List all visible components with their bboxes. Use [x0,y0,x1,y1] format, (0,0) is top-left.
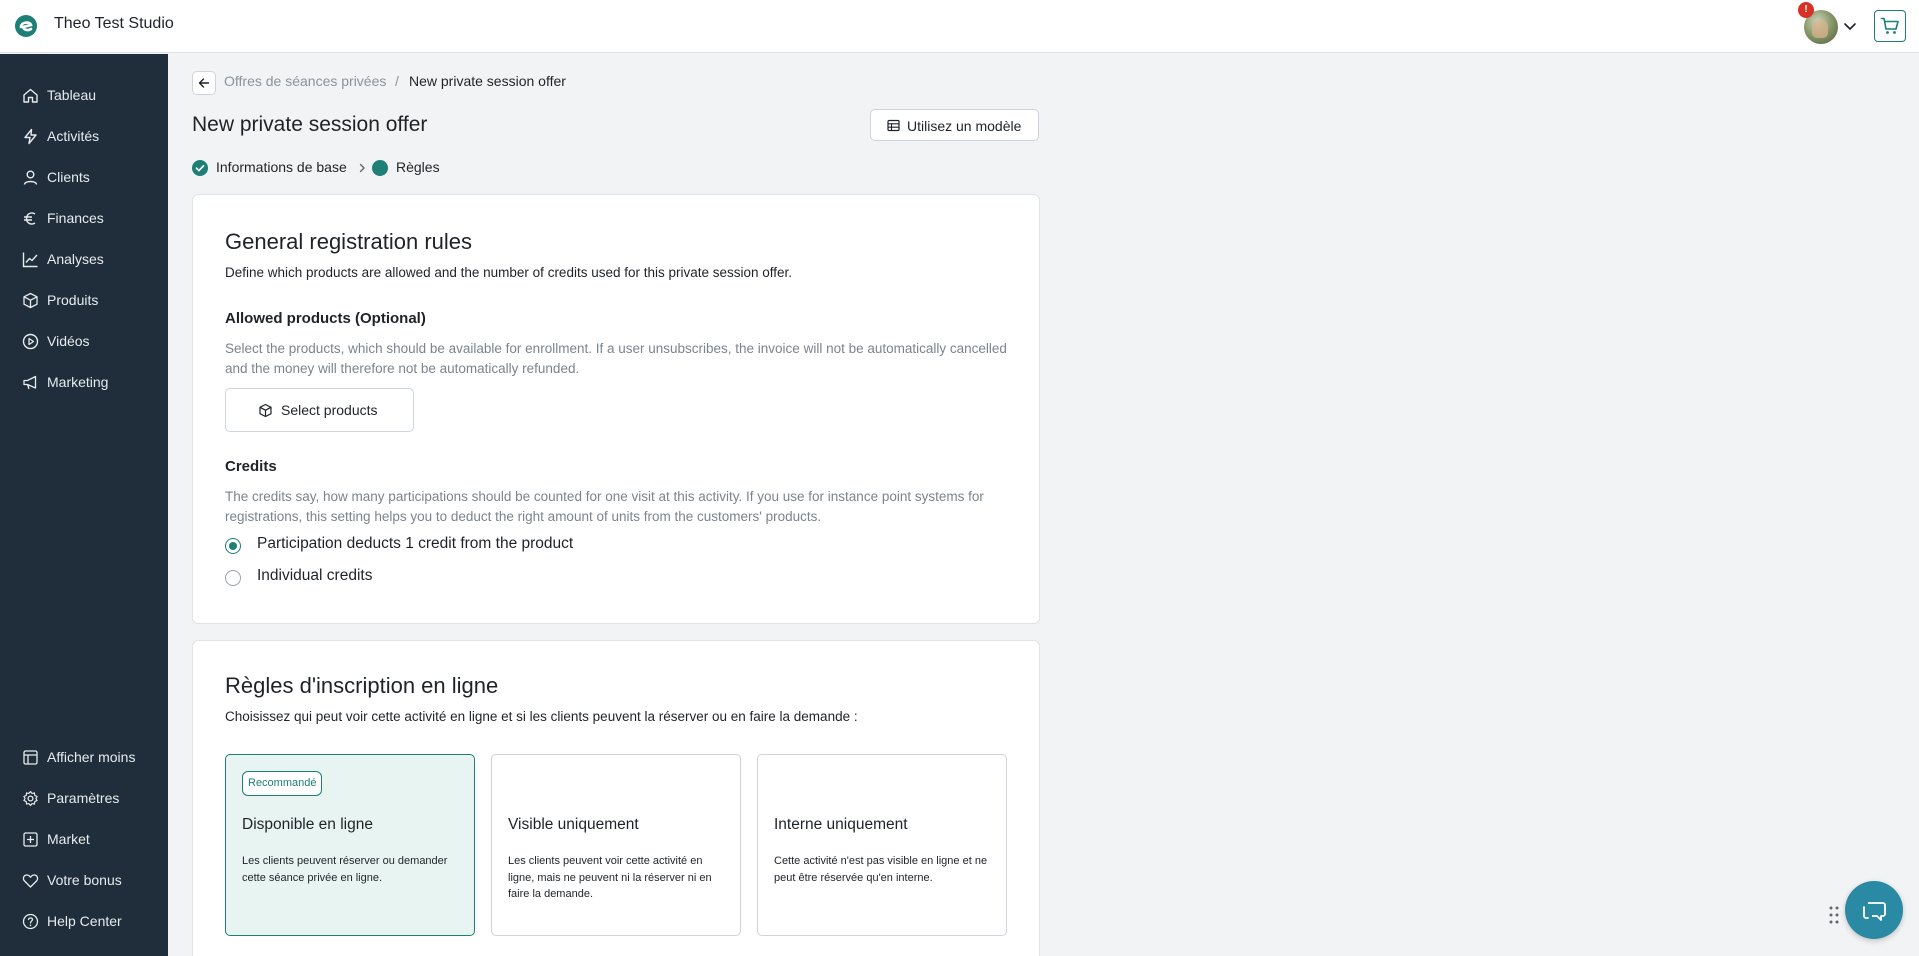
sidebar-item-videos[interactable]: Vidéos [0,324,168,358]
notification-badge: ! [1798,2,1814,18]
option-title: Disponible en ligne [242,816,373,833]
arrow-left-icon [198,78,210,88]
sidebar-item-finances[interactable]: Finances [0,201,168,235]
sidebar-item-label: Help Center [47,913,122,929]
use-template-button[interactable]: Utilisez un modèle [870,109,1039,141]
sidebar-item-tableau[interactable]: Tableau [0,78,168,112]
sidebar-item-analyses[interactable]: Analyses [0,242,168,276]
sidebar-item-parametres[interactable]: Paramètres [0,781,168,815]
select-products-label: Select products [281,402,378,418]
sidebar-item-label: Paramètres [47,790,120,806]
sidebar-item-label: Vidéos [47,333,90,349]
top-bar: Theo Test Studio ! [0,0,1919,53]
step-rules[interactable]: Règles [396,159,440,175]
general-rules-description: Define which products are allowed and th… [225,265,793,280]
cart-icon [1880,17,1899,34]
lightning-icon [24,128,37,145]
sidebar-item-label: Votre bonus [47,872,122,888]
option-available-online[interactable]: Recommandé Disponible en ligne Les clien… [225,754,475,936]
table-icon [887,119,900,132]
help-circle-icon [22,913,39,930]
page-title: New private session offer [192,113,428,136]
online-rules-title: Règles d'inscription en ligne [225,673,499,698]
option-title: Interne uniquement [774,816,908,833]
option-text: Les clients peuvent voir cette activité … [508,855,712,900]
option-internal-only[interactable]: Interne uniquement Cette activité n'est … [757,754,1007,936]
allowed-products-help: Select the products, which should be ava… [225,341,1007,376]
box-icon [259,403,272,418]
sidebar-item-label: Marketing [47,374,109,390]
sidebar-item-marketing[interactable]: Marketing [0,365,168,399]
chat-icon [1863,902,1886,921]
recommended-badge: Recommandé [242,771,323,796]
check-circle-icon [192,160,208,176]
back-button[interactable] [192,71,216,95]
step-basic-info[interactable]: Informations de base [216,159,347,175]
play-circle-icon [22,333,39,350]
individual-credits-radio[interactable] [225,570,241,586]
main-content: Offres de séances privées / New private … [168,54,1919,956]
credits-help: The credits say, how many participations… [225,489,984,524]
sidebar-item-label: Clients [47,169,90,185]
user-menu[interactable]: ! [1798,2,1838,44]
general-rules-card: General registration rules Define which … [192,194,1040,624]
box-icon [23,292,38,309]
chart-line-icon [22,252,38,268]
option-text: Les clients peuvent réserver ou demander… [242,855,448,884]
breadcrumb-current: New private session offer [409,73,566,89]
option-title: Visible uniquement [508,816,639,833]
chevron-down-icon[interactable] [1842,18,1858,34]
credit-deduct-label[interactable]: Participation deducts 1 credit from the … [257,535,573,553]
individual-credits-label[interactable]: Individual credits [257,567,372,585]
sidebar-item-label: Finances [47,210,104,226]
breadcrumb-separator: / [395,73,399,89]
sidebar-item-votre-bonus[interactable]: Votre bonus [0,863,168,897]
general-rules-title: General registration rules [225,229,473,254]
studio-logo-icon[interactable] [14,14,38,38]
user-icon [23,170,38,185]
sidebar: Tableau Activités Clients Finances Analy… [0,54,168,956]
sidebar-item-activites[interactable]: Activités [0,119,168,153]
sidebar-item-help-center[interactable]: Help Center [0,904,168,938]
drag-handle-icon[interactable] [1828,905,1840,925]
sidebar-item-label: Afficher moins [47,749,136,765]
euro-icon [24,212,36,225]
credit-deduct-radio[interactable] [225,538,241,554]
plus-square-icon [23,832,38,847]
sidebar-item-label: Activités [47,128,100,144]
sidebar-item-afficher-moins[interactable]: Afficher moins [0,740,168,774]
credits-title: Credits [225,458,277,475]
sidebar-item-clients[interactable]: Clients [0,160,168,194]
heart-icon [22,874,39,888]
option-text: Cette activité n'est pas visible en lign… [774,855,988,884]
option-visible-only[interactable]: Visible uniquement Les clients peuvent v… [491,754,741,936]
step-active-indicator [372,160,388,176]
gear-icon [23,790,38,807]
cart-button[interactable] [1874,10,1906,42]
online-rules-description: Choisissez qui peut voir cette activité … [225,709,858,724]
chevron-right-icon [359,163,365,173]
use-template-label: Utilisez un modèle [907,118,1022,134]
breadcrumb-parent-link[interactable]: Offres de séances privées [224,73,386,89]
sidebar-item-label: Tableau [47,87,97,103]
allowed-products-title: Allowed products (Optional) [225,310,426,327]
sidebar-item-market[interactable]: Market [0,822,168,856]
sidebar-item-produits[interactable]: Produits [0,283,168,317]
sidebar-item-label: Market [47,831,90,847]
sidebar-item-label: Analyses [47,251,104,267]
chat-support-button[interactable] [1845,881,1903,939]
home-icon [23,88,38,103]
select-products-button[interactable]: Select products [225,388,414,432]
app-title: Theo Test Studio [54,15,174,32]
sidebar-item-label: Produits [47,292,99,308]
collapse-icon [23,750,38,765]
megaphone-icon [23,375,37,390]
online-rules-card: Règles d'inscription en ligne Choisissez… [192,640,1040,956]
